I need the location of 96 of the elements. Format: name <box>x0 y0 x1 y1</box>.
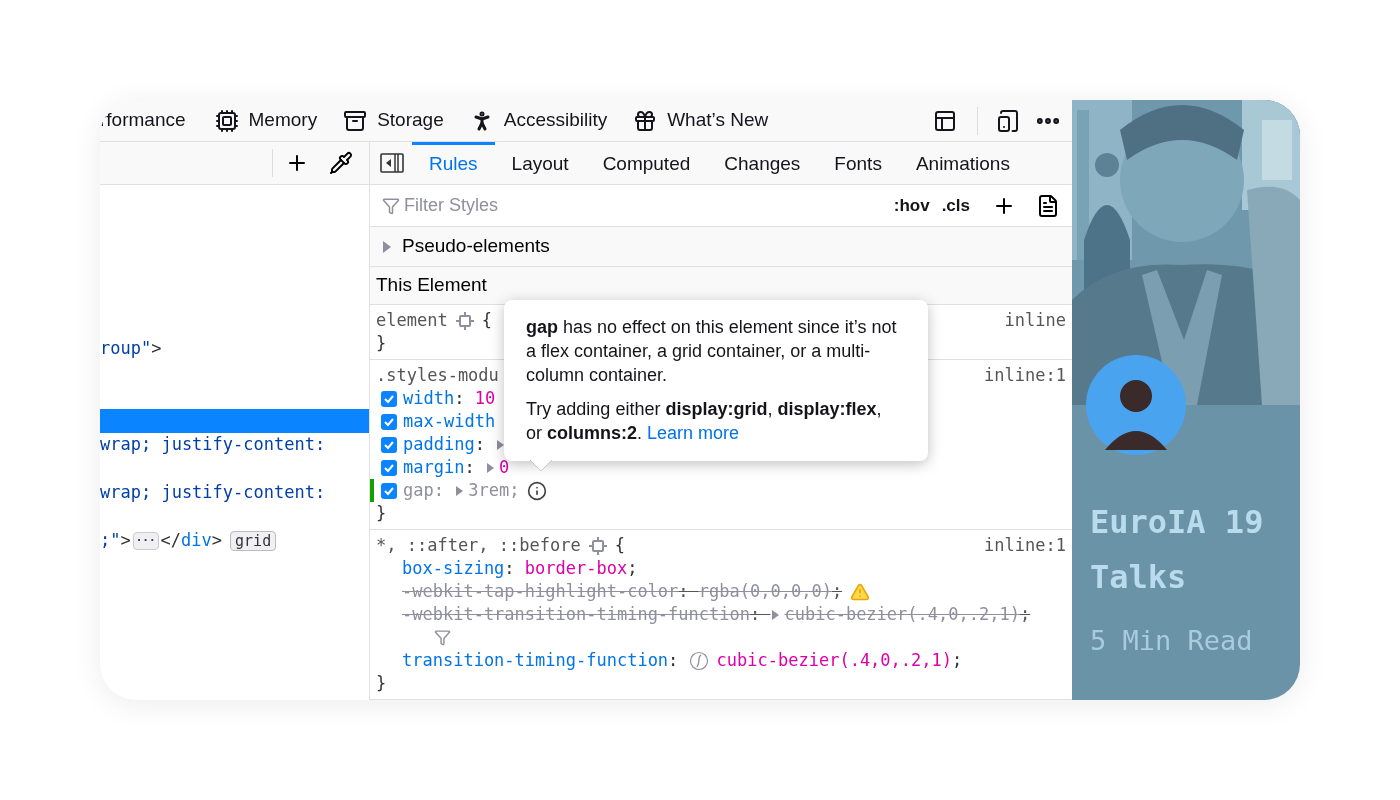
tool-tab[interactable]: Accessibility <box>456 100 621 141</box>
panel-tab[interactable]: Changes <box>707 142 818 184</box>
layout-icon[interactable] <box>933 108 957 133</box>
section-title: This Element <box>376 273 487 298</box>
filter-icon <box>382 196 400 215</box>
overridden-punctuation: ; <box>831 580 843 603</box>
expand-triangle-icon[interactable] <box>770 608 781 621</box>
declaration-checkbox[interactable] <box>381 459 397 476</box>
property-value: 10 <box>474 387 496 410</box>
node-highlighter-icon[interactable] <box>455 311 474 330</box>
markup-punctuation: </ <box>160 529 182 553</box>
learn-more-link[interactable]: Learn more <box>647 423 740 443</box>
panel-tab[interactable]: Rules <box>412 142 495 184</box>
expand-triangle-icon[interactable] <box>495 438 506 451</box>
tooltip-text: gap has no effect on this element since it’s not a flex container, a grid container, or a multi-column container. <box>526 316 898 387</box>
inactive-declaration-text: 3rem; <box>468 479 520 502</box>
eyedropper-icon[interactable] <box>329 151 353 175</box>
property-name: margin <box>403 456 465 479</box>
filter-field[interactable]: Filter Styles <box>404 192 704 219</box>
pseudo-elements-toggle[interactable]: Pseudo-elements <box>382 232 550 261</box>
overridden-property-name: -webkit-transition-timing-function <box>402 603 750 626</box>
property-name: width <box>403 387 455 410</box>
expand-triangle-icon[interactable] <box>484 461 495 474</box>
declaration-checkbox[interactable] <box>381 390 397 407</box>
rule-selector: .styles-modu <box>376 364 499 387</box>
storage-icon <box>343 108 368 133</box>
rule-source-link[interactable]: inline:1 <box>984 534 1066 557</box>
inactive-declaration-text: gap <box>403 479 434 502</box>
punctuation: : <box>668 649 680 672</box>
tool-tab[interactable]: rformance <box>100 100 202 141</box>
property-name: transition-timing-function <box>402 649 669 672</box>
punctuation: : <box>454 387 466 410</box>
overridden-punctuation: : <box>678 580 690 603</box>
card-title: EuroIA 19 Talks <box>1090 502 1265 598</box>
sidebar-toggle-icon[interactable] <box>380 153 404 173</box>
rule-source-link[interactable]: inline:1 <box>984 364 1066 387</box>
tool-tab[interactable]: Storage <box>330 100 457 141</box>
tool-tab[interactable]: Memory <box>201 100 331 141</box>
punctuation: : <box>504 557 516 580</box>
markup-punctuation: > <box>211 529 223 553</box>
tool-tab[interactable]: What’s New <box>620 100 782 141</box>
chip-icon <box>214 108 239 133</box>
declaration-checkbox[interactable] <box>381 436 397 453</box>
toggle-button[interactable]: :hov <box>891 192 932 219</box>
rule-selector: element <box>376 309 448 332</box>
markup-text: wrap; justify-content: <box>100 481 326 505</box>
panel-tab[interactable]: Animations <box>898 142 1027 184</box>
markup-punctuation: > <box>120 529 131 553</box>
tag-name: div <box>181 529 212 553</box>
declaration-checkbox[interactable] <box>381 413 397 430</box>
rule-source-link[interactable]: inline <box>1004 309 1066 332</box>
declaration-checkbox[interactable] <box>381 482 397 499</box>
brace: } <box>376 332 387 355</box>
grid-badge[interactable]: grid <box>230 531 277 551</box>
punctuation: : <box>464 456 476 479</box>
brace: } <box>376 502 387 525</box>
warning-icon[interactable] <box>850 581 871 602</box>
tooltip-text: Try adding either display:grid, display:flex, or columns:2. Learn more <box>526 398 883 445</box>
filter-icon[interactable] <box>434 629 451 646</box>
node-highlighter-icon[interactable] <box>588 536 607 555</box>
brace: { <box>481 309 492 332</box>
property-name: padding <box>403 433 475 456</box>
brace: } <box>376 672 387 695</box>
markup-text: wrap; justify-content: <box>100 433 326 457</box>
panel-tab[interactable]: Fonts <box>817 142 899 184</box>
brace: { <box>614 534 625 557</box>
overridden-property-value: rgba(0,0,0,0) <box>698 580 832 603</box>
panel-tab[interactable]: Layout <box>494 142 586 184</box>
property-value: cubic-bezier(.4,0,.2,1) <box>716 649 952 672</box>
read-time: 5 Min Read <box>1090 624 1254 658</box>
panel-tab[interactable]: Computed <box>585 142 708 184</box>
info-icon[interactable] <box>527 480 548 501</box>
markup-text: roup" <box>100 337 152 361</box>
collapsed-content-badge[interactable]: ··· <box>132 532 159 550</box>
overridden-property-value: cubic-bezier(.4,0,.2,1) <box>784 603 1020 626</box>
expand-triangle-icon <box>382 239 392 254</box>
overridden-punctuation: : <box>750 603 762 626</box>
punctuation: : <box>474 433 486 456</box>
punctuation: ; <box>952 649 963 672</box>
rule-selector: *, ::after, ::before <box>376 534 581 557</box>
document-icon[interactable] <box>1036 193 1060 218</box>
gift-icon <box>633 108 658 133</box>
property-value: border-box <box>524 557 628 580</box>
easing-icon[interactable] <box>688 650 709 671</box>
punctuation: ; <box>627 557 638 580</box>
property-name: box-sizing <box>402 557 505 580</box>
expand-triangle-icon[interactable] <box>454 484 465 497</box>
markup-punctuation: > <box>151 337 162 361</box>
responsive-icon[interactable] <box>996 108 1020 133</box>
property-value: 0 <box>498 456 510 479</box>
overridden-punctuation: ; <box>1019 603 1031 626</box>
property-name: max-width <box>403 410 496 433</box>
toggle-button[interactable]: .cls <box>939 192 972 219</box>
overridden-property-name: -webkit-tap-highlight-color <box>402 580 679 603</box>
inactive-declaration-text: : <box>433 479 445 502</box>
markup-text: ;" <box>100 529 121 553</box>
